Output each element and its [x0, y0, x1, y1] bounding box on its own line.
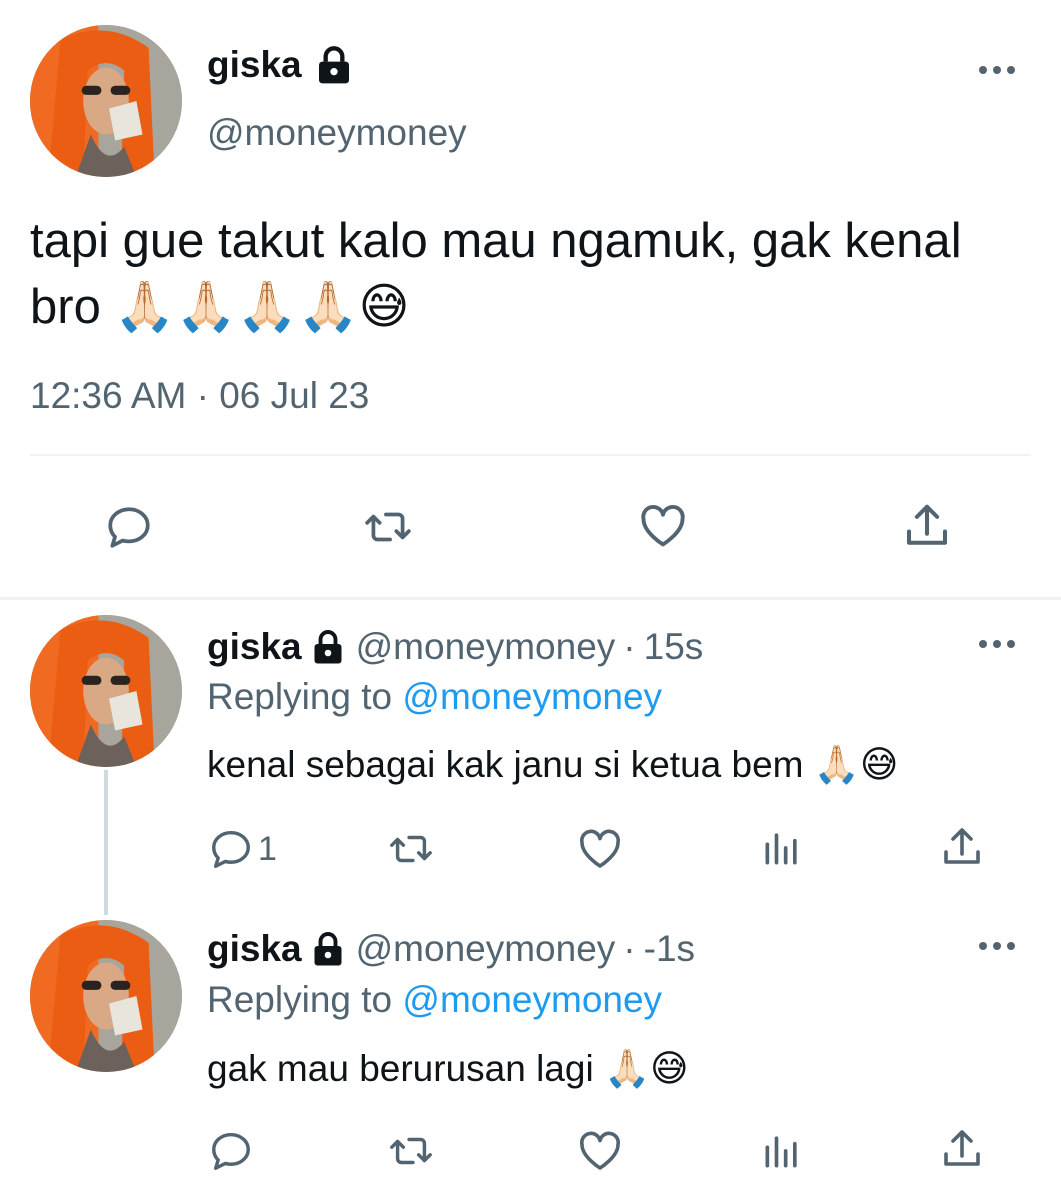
analytics-icon: [765, 1136, 797, 1168]
like-button[interactable]: [636, 500, 690, 552]
reply-time[interactable]: 15s: [644, 626, 704, 668]
separator-dot: ·: [623, 626, 636, 667]
separator-dot: ·: [623, 928, 636, 969]
like-icon: [579, 1131, 621, 1170]
reply-button[interactable]: [208, 1128, 254, 1174]
replying-prefix: Replying to: [207, 979, 403, 1020]
author-name: giska: [207, 626, 302, 667]
share-button[interactable]: [938, 1126, 986, 1174]
reply-icon: [108, 507, 150, 548]
retweet-button[interactable]: [362, 502, 414, 552]
thread-connector: [104, 770, 108, 915]
author-name: giska: [207, 44, 302, 85]
reply-icon: [212, 1132, 250, 1170]
mention-link[interactable]: @moneymoney: [402, 979, 662, 1020]
replying-prefix: Replying to: [207, 676, 403, 717]
replying-to: Replying to @moneymoney: [207, 676, 662, 718]
lock-icon: [310, 931, 346, 967]
retweet-icon: [365, 512, 411, 542]
analytics-button[interactable]: [760, 1129, 804, 1173]
reply-header[interactable]: giska @moneymoney · -1s: [207, 928, 695, 970]
lock-icon: [310, 629, 346, 665]
retweet-icon: [390, 1137, 432, 1165]
retweet-icon: [390, 835, 432, 863]
main-tweet-timestamp[interactable]: 12:36 AM · 06 Jul 23: [30, 375, 369, 417]
reply-icon: [212, 830, 250, 868]
like-icon: [579, 829, 621, 868]
like-button[interactable]: [576, 1127, 624, 1175]
analytics-button[interactable]: [760, 826, 804, 870]
author-handle: @moneymoney: [355, 626, 616, 667]
reply-button[interactable]: [104, 502, 154, 552]
avatar-image: [30, 615, 182, 767]
main-tweet-avatar[interactable]: [30, 25, 182, 177]
share-button[interactable]: [900, 500, 954, 554]
reply-button[interactable]: 1: [208, 826, 277, 872]
retweet-button[interactable]: [387, 826, 435, 872]
author-handle: @moneymoney: [355, 928, 616, 969]
lock-icon: [314, 45, 354, 85]
reply-count: 1: [258, 829, 277, 868]
like-icon: [641, 504, 685, 547]
more-options-icon[interactable]: [978, 638, 1016, 650]
author-name: giska: [207, 928, 302, 969]
reply-text: kenal sebagai kak janu si ketua bem 🙏🏻😅: [207, 744, 899, 785]
main-tweet-text: tapi gue takut kalo mau ngamuk, gak kena…: [30, 214, 962, 334]
main-tweet-author[interactable]: giska: [207, 44, 354, 86]
mention-link[interactable]: @moneymoney: [402, 676, 662, 717]
reply-text: gak mau berurusan lagi 🙏🏻😅: [207, 1048, 689, 1089]
reply-avatar[interactable]: [30, 920, 182, 1072]
analytics-icon: [765, 833, 797, 865]
replying-to: Replying to @moneymoney: [207, 979, 662, 1021]
tweet-separator: [0, 597, 1061, 600]
share-button[interactable]: [938, 824, 986, 872]
divider: [30, 454, 1031, 456]
share-icon: [944, 828, 980, 864]
more-options-icon[interactable]: [978, 64, 1016, 76]
avatar-image: [30, 25, 182, 177]
share-icon: [906, 504, 948, 545]
like-button[interactable]: [576, 825, 624, 873]
reply-header[interactable]: giska @moneymoney · 15s: [207, 626, 703, 668]
avatar-image: [30, 920, 182, 1072]
reply-time[interactable]: -1s: [644, 928, 695, 970]
reply-avatar[interactable]: [30, 615, 182, 767]
main-tweet-handle[interactable]: @moneymoney: [207, 112, 467, 154]
more-options-icon[interactable]: [978, 940, 1016, 952]
share-icon: [944, 1130, 980, 1166]
retweet-button[interactable]: [387, 1128, 435, 1174]
